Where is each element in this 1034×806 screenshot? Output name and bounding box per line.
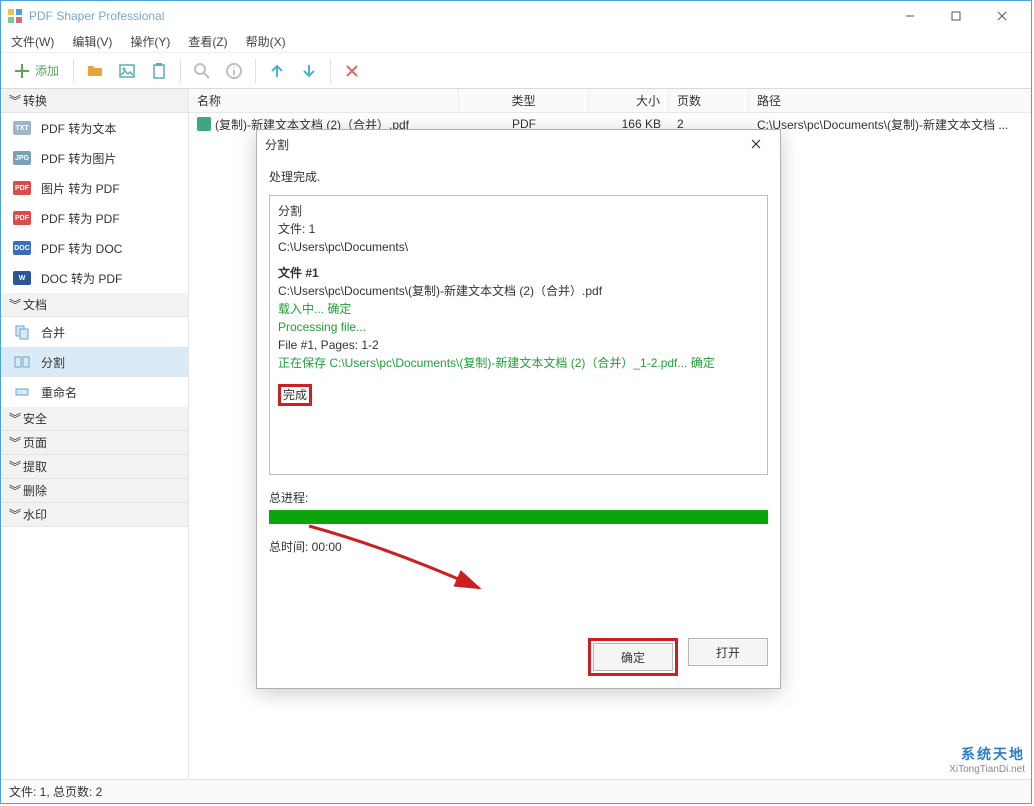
maximize-button[interactable] [933, 1, 979, 31]
chevron-right-icon: ︾ [9, 482, 17, 499]
word-icon: W [13, 269, 31, 287]
image-button[interactable] [112, 56, 142, 86]
sidebar-item-pdf-to-pdf[interactable]: PDFPDF 转为 PDF [1, 203, 188, 233]
down-button[interactable] [294, 56, 324, 86]
doc-icon: DOC [13, 239, 31, 257]
time-label: 总时间: 00:00 [269, 538, 768, 555]
watermark: 系统天地 XiTongTianDi.net [949, 744, 1025, 775]
folder-button[interactable] [80, 56, 110, 86]
sidebar-item-merge[interactable]: 合并 [1, 317, 188, 347]
col-size[interactable]: 大小 [589, 89, 669, 112]
sidebar-item-pdf-to-doc[interactable]: DOCPDF 转为 DOC [1, 233, 188, 263]
chevron-down-icon: ︾ [9, 296, 17, 313]
sidebar-item-doc-to-pdf[interactable]: WDOC 转为 PDF [1, 263, 188, 293]
sidebar-item-rename[interactable]: 重命名 [1, 377, 188, 407]
progress-label: 总进程: [269, 489, 768, 506]
pdf-file-icon [197, 117, 211, 131]
dialog-titlebar: 分割 [257, 130, 780, 158]
sidebar-item-image-to-pdf[interactable]: PDF图片 转为 PDF [1, 173, 188, 203]
sidebar-group-security[interactable]: ︾安全 [1, 407, 188, 431]
menu-edit[interactable]: 编辑(V) [68, 31, 116, 52]
toolbar: 添加 [1, 53, 1031, 89]
sidebar-group-document[interactable]: ︾文档 [1, 293, 188, 317]
window-title: PDF Shaper Professional [29, 9, 887, 23]
progress-bar [269, 510, 768, 524]
split-dialog: 分割 处理完成. 分割 文件: 1 C:\Users\pc\Documents\… [256, 129, 781, 689]
separator [180, 59, 181, 83]
col-name[interactable]: 名称 [189, 89, 459, 112]
minimize-button[interactable] [887, 1, 933, 31]
merge-icon [13, 323, 31, 341]
search-button[interactable] [187, 56, 217, 86]
sidebar-group-extract[interactable]: ︾提取 [1, 455, 188, 479]
pdf-icon: PDF [13, 209, 31, 227]
chevron-right-icon: ︾ [9, 506, 17, 523]
ok-highlight: 确定 [588, 638, 678, 676]
jpg-icon: JPG [13, 149, 31, 167]
menubar: 文件(W) 编辑(V) 操作(Y) 查看(Z) 帮助(X) [1, 31, 1031, 53]
sidebar-group-watermark[interactable]: ︾水印 [1, 503, 188, 527]
up-button[interactable] [262, 56, 292, 86]
log-box: 分割 文件: 1 C:\Users\pc\Documents\ 文件 #1 C:… [269, 195, 768, 475]
open-button[interactable]: 打开 [688, 638, 768, 666]
app-icon [7, 8, 23, 24]
chevron-right-icon: ︾ [9, 458, 17, 475]
menu-view[interactable]: 查看(Z) [184, 31, 231, 52]
chevron-right-icon: ︾ [9, 434, 17, 451]
add-button[interactable]: 添加 [5, 56, 67, 86]
menu-help[interactable]: 帮助(X) [242, 31, 290, 52]
ok-button[interactable]: 确定 [593, 643, 673, 671]
sidebar-item-pdf-to-image[interactable]: JPGPDF 转为图片 [1, 143, 188, 173]
statusbar: 文件: 1, 总页数: 2 [1, 779, 1031, 803]
info-button[interactable] [219, 56, 249, 86]
separator [330, 59, 331, 83]
sidebar-item-pdf-to-text[interactable]: TXTPDF 转为文本 [1, 113, 188, 143]
txt-icon: TXT [13, 119, 31, 137]
split-icon [13, 353, 31, 371]
chevron-right-icon: ︾ [9, 410, 17, 427]
done-label: 处理完成. [269, 168, 768, 185]
sidebar: ︾转换 TXTPDF 转为文本 JPGPDF 转为图片 PDF图片 转为 PDF… [1, 89, 189, 779]
sidebar-group-pages[interactable]: ︾页面 [1, 431, 188, 455]
remove-button[interactable] [337, 56, 367, 86]
column-headers: 名称 类型 大小 页数 路径 [189, 89, 1031, 113]
sidebar-group-delete[interactable]: ︾删除 [1, 479, 188, 503]
close-button[interactable] [979, 1, 1025, 31]
add-label: 添加 [35, 62, 59, 79]
sidebar-item-split[interactable]: 分割 [1, 347, 188, 377]
menu-file[interactable]: 文件(W) [7, 31, 58, 52]
menu-action[interactable]: 操作(Y) [126, 31, 174, 52]
col-pages[interactable]: 页数 [669, 89, 749, 112]
dialog-close-button[interactable] [740, 132, 772, 156]
separator [255, 59, 256, 83]
dialog-title: 分割 [265, 136, 289, 153]
chevron-down-icon: ︾ [9, 92, 17, 109]
rename-icon [13, 383, 31, 401]
pdf-icon: PDF [13, 179, 31, 197]
separator [73, 59, 74, 83]
sidebar-group-convert[interactable]: ︾转换 [1, 89, 188, 113]
col-type[interactable]: 类型 [459, 89, 589, 112]
clipboard-button[interactable] [144, 56, 174, 86]
titlebar: PDF Shaper Professional [1, 1, 1031, 31]
finish-highlight: 完成 [278, 384, 312, 406]
col-path[interactable]: 路径 [749, 89, 1031, 112]
